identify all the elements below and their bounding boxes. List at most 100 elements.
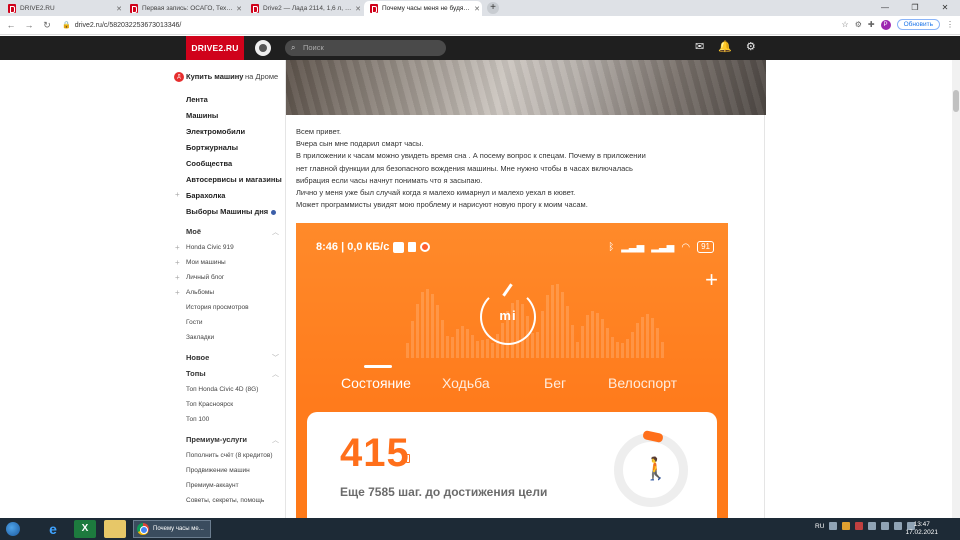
chevron-up-icon[interactable]: ︿ [272, 435, 279, 445]
minimize-icon[interactable]: — [870, 0, 900, 16]
tray-app-icon[interactable] [829, 522, 838, 530]
wave-bar [596, 313, 599, 358]
menu-kebab-icon[interactable]: ⋮ [946, 20, 954, 29]
expand-plus-icon[interactable]: + [175, 243, 180, 252]
search-icon: ⌕ [291, 43, 296, 52]
post-photo[interactable] [286, 60, 766, 115]
sidebar-item-premium[interactable]: Премиум-аккаунт [186, 482, 239, 489]
address-bar[interactable]: 🔒 drive2.ru/c/582032253673013346/ [62, 19, 842, 32]
buy-car-link[interactable]: Д Купить машину на Дроме [170, 70, 290, 84]
lock-icon[interactable]: 🔒 [62, 21, 71, 29]
sidebar-item-ev[interactable]: Электромобили [186, 127, 245, 136]
sidebar-item-marketplace[interactable]: Барахолка [186, 191, 225, 200]
forward-icon[interactable]: → [22, 20, 36, 30]
close-tab-icon[interactable]: ✕ [353, 5, 363, 13]
network-icon[interactable] [894, 522, 903, 530]
sidebar-item-cars[interactable]: Машины [186, 111, 218, 120]
chevron-up-icon[interactable]: ︿ [272, 369, 279, 379]
browser-tab-active[interactable]: Почему часы меня не будят за... ✕ [364, 1, 482, 16]
close-window-icon[interactable]: ✕ [930, 0, 960, 16]
wave-bar [451, 337, 454, 358]
sidebar-item-bookmarks[interactable]: Закладки [186, 334, 214, 341]
back-icon[interactable]: ← [4, 20, 18, 30]
section-premium-title[interactable]: Премиум-услуги [186, 435, 247, 444]
bell-icon[interactable]: 🔔 [718, 40, 732, 53]
maximize-icon[interactable]: ❐ [900, 0, 930, 16]
sidebar-item-blog[interactable]: Личный блог [186, 274, 224, 281]
tab-title: Первая запись: ОСАГО, Техничи... [142, 5, 234, 12]
wave-bar [626, 339, 629, 358]
sidebar-item-car-of-day[interactable]: Выборы Машины дня [186, 207, 277, 216]
browser-tab[interactable]: DRIVE2.RU ✕ [2, 1, 124, 16]
user-menu-icon[interactable] [255, 40, 271, 56]
close-tab-icon[interactable]: ✕ [234, 5, 244, 13]
expand-plus-icon[interactable]: + [175, 258, 180, 267]
excel-icon[interactable]: X [74, 520, 96, 538]
tray-app-icon[interactable] [855, 522, 864, 530]
browser-tab[interactable]: Drive2 — Лада 2114, 1,6 л, 2009 г... ✕ [245, 1, 363, 16]
profile-avatar[interactable]: P [880, 19, 891, 30]
search-input[interactable]: ⌕ Поиск [285, 40, 446, 56]
wave-bar [446, 336, 449, 358]
sidebar-item-topup[interactable]: Пополнить счёт (8 кредитов) [186, 452, 273, 459]
sidebar-item-communities[interactable]: Сообщества [186, 159, 232, 168]
browser-tab[interactable]: Первая запись: ОСАГО, Техничи... ✕ [124, 1, 244, 16]
section-new-title[interactable]: Новое [186, 353, 209, 362]
buy-car-label: Купить машину [186, 72, 244, 81]
taskbar-clock[interactable]: 13:47 17.02.2021 [905, 521, 938, 537]
wave-bar [476, 341, 479, 358]
app-screenshot-image[interactable]: 8:46 | 0,0 КБ/с ᛒ ▂▃▅ ▂▃▅ ◠ 91 + mi Сост… [296, 223, 728, 523]
phone-tab-cycling: Велоспорт [608, 375, 678, 391]
sidebar-item-tips[interactable]: Советы, секреты, помощь [186, 497, 264, 504]
scrollbar-thumb[interactable] [953, 90, 959, 112]
chevron-up-icon[interactable]: ︿ [272, 227, 279, 237]
sidebar-item-my-cars[interactable]: Мои машины [186, 259, 226, 266]
sidebar-item-guests[interactable]: Гости [186, 319, 203, 326]
language-indicator[interactable]: RU [815, 523, 824, 530]
site-logo[interactable]: DRIVE2.RU [186, 36, 244, 60]
tray-app-icon[interactable] [881, 522, 890, 530]
url-text: drive2.ru/c/582032253673013346/ [74, 21, 182, 29]
sidebar-item-my-car[interactable]: Honda Civic 919 [186, 244, 234, 251]
update-button[interactable]: Обновить [896, 19, 940, 30]
section-tops-title[interactable]: Топы [186, 369, 206, 378]
sidebar-item-top-model[interactable]: Топ Honda Civic 4D (8G) [186, 386, 258, 393]
start-button[interactable] [6, 522, 20, 536]
section-mine-title[interactable]: Моё [186, 227, 201, 236]
tab-title: Почему часы меня не будят за... [382, 5, 472, 12]
walking-person-icon: 🚶 [642, 456, 670, 481]
post-line: нет главной функции для безопасного вожд… [296, 163, 633, 173]
extension-icon[interactable]: ⚙ [855, 20, 862, 29]
file-explorer-icon[interactable] [104, 520, 126, 538]
internet-explorer-icon[interactable]: e [42, 520, 64, 538]
tray-app-icon[interactable] [868, 522, 877, 530]
sidebar-item-services[interactable]: Автосервисы и магазины [186, 175, 282, 184]
expand-plus-icon[interactable]: + [175, 190, 180, 199]
taskbar-chrome-window[interactable]: Почему часы ме... [133, 520, 211, 538]
tray-app-icon[interactable] [842, 522, 851, 530]
page-scrollbar[interactable] [952, 60, 960, 518]
sidebar-item-feed[interactable]: Лента [186, 95, 208, 104]
settings-gear-icon[interactable]: ⚙ [746, 40, 756, 53]
wave-bar [586, 315, 589, 358]
sidebar-item-albums[interactable]: Альбомы [186, 289, 214, 296]
star-icon[interactable]: ☆ [842, 20, 849, 29]
expand-plus-icon[interactable]: + [175, 273, 180, 282]
chevron-down-icon[interactable]: ﹀ [272, 353, 279, 363]
sidebar-item-top-city[interactable]: Топ Красноярск [186, 401, 233, 408]
window-controls: — ❐ ✕ [870, 0, 960, 16]
new-tab-button[interactable]: + [487, 2, 499, 14]
sidebar-item-promotion[interactable]: Продвижение машин [186, 467, 250, 474]
reload-icon[interactable]: ↻ [40, 20, 54, 31]
post-line: Всем привет. [296, 127, 342, 136]
messages-icon[interactable]: ✉ [695, 40, 704, 53]
sidebar-item-logbooks[interactable]: Бортжурналы [186, 143, 238, 152]
close-tab-icon[interactable]: ✕ [472, 5, 482, 13]
expand-plus-icon[interactable]: + [175, 288, 180, 297]
sidebar-item-history[interactable]: История просмотров [186, 304, 249, 311]
close-tab-icon[interactable]: ✕ [114, 5, 124, 13]
wave-bar [651, 318, 654, 358]
puzzle-icon[interactable]: ✚ [868, 20, 875, 29]
sidebar-item-top-100[interactable]: Топ 100 [186, 416, 209, 423]
windows-taskbar: e X Почему часы ме... RU 13:47 17.02.202… [0, 518, 960, 540]
